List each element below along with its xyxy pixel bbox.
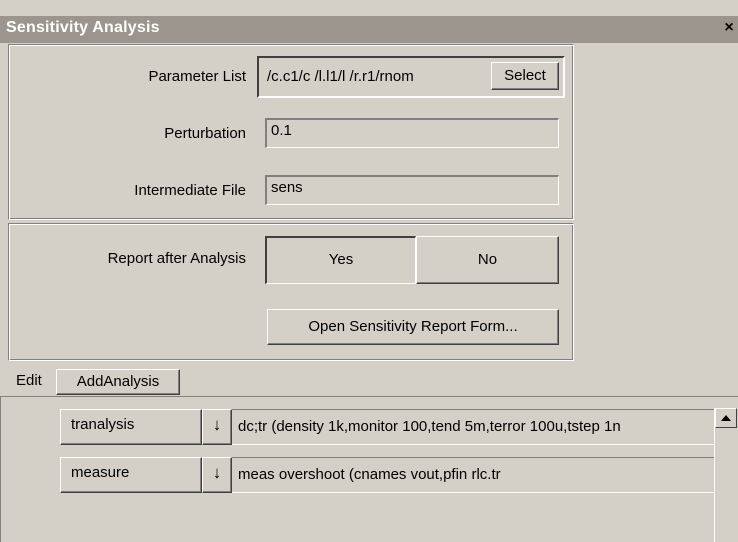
window-titlebar: Sensitivity Analysis ×: [0, 16, 738, 43]
intermediate-file-input[interactable]: sens: [265, 175, 559, 205]
open-sensitivity-report-form-label: Open Sensitivity Report Form...: [308, 318, 518, 335]
analysis-type-label: tranalysis: [71, 416, 135, 433]
report-no-label: No: [477, 251, 498, 268]
select-button[interactable]: Select: [491, 62, 559, 90]
menu-edit[interactable]: Edit: [16, 369, 42, 395]
intermediate-file-label: Intermediate File: [134, 182, 246, 199]
analysis-command-text: dc;tr (density 1k,monitor 100,tend 5m,te…: [238, 418, 621, 435]
report-yes-button[interactable]: Yes: [265, 236, 416, 284]
perturbation-input[interactable]: 0.1: [265, 118, 559, 148]
down-arrow-glyph: ↓: [212, 463, 222, 482]
scroll-up-arrow-icon[interactable]: [715, 408, 737, 428]
close-icon[interactable]: ×: [722, 20, 736, 36]
report-after-analysis-label: Report after Analysis: [107, 250, 246, 267]
parameter-list-field: /c.c1/c /l.l1/l /r.r1/rnom Select: [257, 56, 565, 98]
report-yes-label: Yes: [328, 251, 354, 268]
vertical-scrollbar[interactable]: [714, 408, 738, 542]
menu-add-analysis-label: AddAnalysis: [76, 373, 160, 390]
scroll-up-triangle: [721, 415, 731, 421]
down-arrow-icon[interactable]: ↓: [202, 457, 232, 493]
report-no-button[interactable]: No: [416, 236, 559, 284]
parameter-list-label: Parameter List: [148, 68, 246, 85]
menu-add-analysis[interactable]: AddAnalysis: [56, 369, 180, 395]
window-title: Sensitivity Analysis: [6, 19, 160, 36]
perturbation-value: 0.1: [271, 122, 292, 139]
analysis-type-button-measure[interactable]: measure: [60, 457, 202, 493]
down-arrow-glyph: ↓: [212, 415, 222, 434]
analysis-command-field[interactable]: meas overshoot (cnames vout,pfin rlc.tr: [232, 457, 714, 493]
analysis-command-field[interactable]: dc;tr (density 1k,monitor 100,tend 5m,te…: [232, 409, 714, 445]
intermediate-file-value: sens: [271, 179, 303, 196]
open-sensitivity-report-form-button[interactable]: Open Sensitivity Report Form...: [267, 309, 559, 345]
perturbation-label: Perturbation: [164, 125, 246, 142]
down-arrow-icon[interactable]: ↓: [202, 409, 232, 445]
select-button-label: Select: [504, 67, 546, 84]
analysis-command-text: meas overshoot (cnames vout,pfin rlc.tr: [238, 466, 501, 483]
analysis-type-button-tranalysis[interactable]: tranalysis: [60, 409, 202, 445]
analysis-menubar: Edit AddAnalysis: [0, 366, 738, 396]
analysis-type-label: measure: [71, 464, 130, 481]
parameter-list-value: /c.c1/c /l.l1/l /r.r1/rnom: [267, 68, 414, 85]
